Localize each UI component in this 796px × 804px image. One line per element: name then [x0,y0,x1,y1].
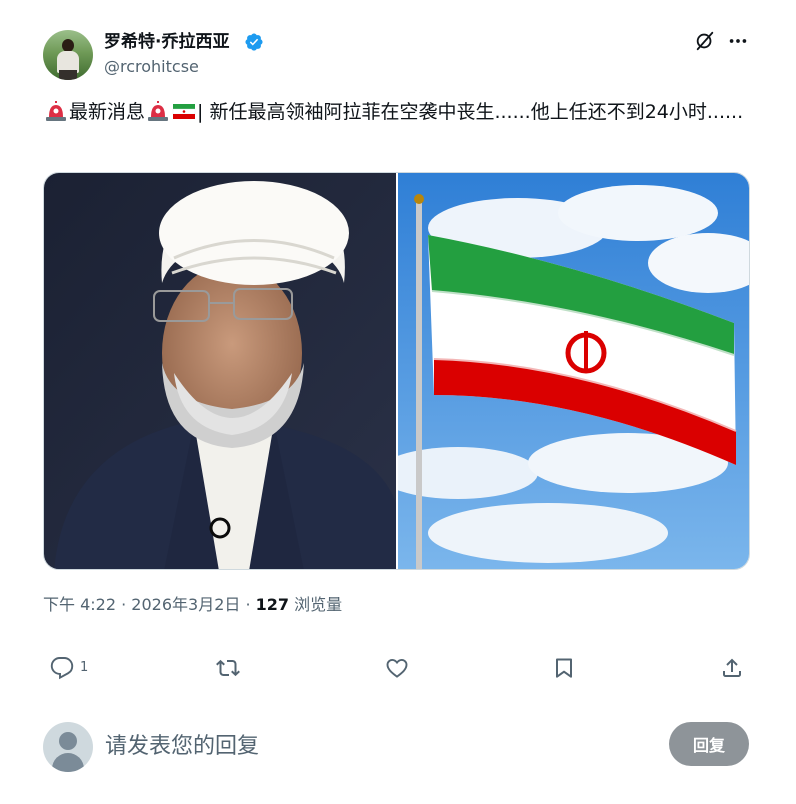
verified-badge-icon [245,33,263,51]
cleric-portrait-photo[interactable] [44,173,396,570]
rotating-light-icon [148,101,169,121]
current-user-avatar [43,722,93,772]
reply-input[interactable] [105,728,645,764]
iran-flag-icon [172,104,196,119]
iran-flag-photo[interactable] [398,173,750,570]
reply-icon [50,657,74,680]
reply-count: 1 [80,660,89,675]
grok-icon[interactable] [694,30,716,52]
like-button[interactable] [385,656,409,682]
tweet-date[interactable]: 2026年3月2日 [131,595,240,614]
heart-icon [386,658,408,678]
tweet-text-body: | 新任最高领袖阿拉菲在空袭中丧生......他上任还不到24小时...... [197,101,744,123]
reply-button[interactable]: 1 [50,656,88,682]
reply-submit-button[interactable]: 回复 [669,722,749,766]
tweet-media[interactable] [43,172,750,570]
retweet-button[interactable] [216,656,240,682]
author-handle[interactable]: @rcrohitcse [104,57,199,77]
tweet-text-headline: 最新消息 [69,101,146,123]
views-count: 127 [255,595,290,614]
author-display-name[interactable]: 罗希特·乔拉西亚 [104,31,229,53]
share-icon [723,658,741,677]
views-label: 浏览量 [289,595,343,614]
rotating-light-icon [46,101,66,121]
author-avatar[interactable] [43,30,93,80]
tweet-time[interactable]: 下午 4:22 [43,595,116,614]
more-icon[interactable] [727,30,749,52]
share-button[interactable] [720,656,744,682]
retweet-icon [216,659,240,677]
tweet-meta: 下午 4:22 · 2026年3月2日 · 127 浏览量 [43,595,343,614]
tweet-text: 最新消息 | 新任最高领袖阿拉菲在空袭中丧生......他上任还不到24小时..… [43,98,755,126]
bookmark-icon [556,658,572,678]
bookmark-button[interactable] [552,656,576,682]
